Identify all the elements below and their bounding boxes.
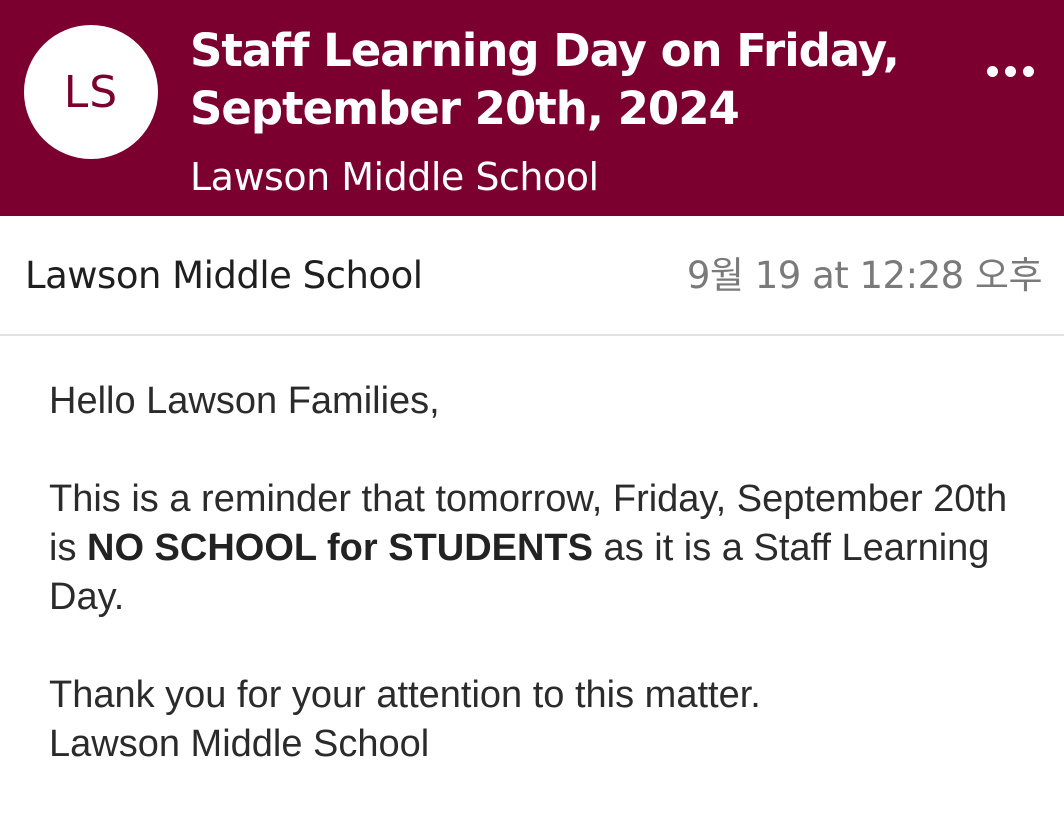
closing-line: Thank you for your attention to this mat… bbox=[49, 674, 761, 716]
message-header: LS Staff Learning Day on Friday, Septemb… bbox=[0, 0, 1064, 216]
message-reminder: This is a reminder that tomorrow, Friday… bbox=[49, 475, 1029, 622]
message-greeting: Hello Lawson Families, bbox=[49, 380, 440, 422]
page-title: Staff Learning Day on Friday, September … bbox=[190, 24, 900, 135]
message-signature: Lawson Middle School bbox=[49, 723, 430, 765]
reminder-emphasis: NO SCHOOL for STUDENTS bbox=[87, 527, 593, 569]
avatar-initials: LS bbox=[63, 66, 119, 118]
header-subtitle: Lawson Middle School bbox=[190, 155, 599, 199]
sender-row: Lawson Middle School 9월 19 at 12:28 오후 bbox=[0, 216, 1064, 336]
message-closing: Thank you for your attention to this mat… bbox=[49, 671, 1029, 769]
sender-name: Lawson Middle School bbox=[25, 254, 423, 297]
message-timestamp: 9월 19 at 12:28 오후 bbox=[686, 254, 1043, 297]
more-horizontal-icon bbox=[986, 65, 998, 77]
message-body: Hello Lawson Families, This is a reminde… bbox=[49, 377, 1029, 769]
more-horizontal-icon-dot bbox=[1004, 65, 1016, 77]
avatar: LS bbox=[24, 25, 158, 159]
more-horizontal-icon-dot bbox=[1022, 65, 1034, 77]
more-options-button[interactable] bbox=[978, 54, 1042, 88]
